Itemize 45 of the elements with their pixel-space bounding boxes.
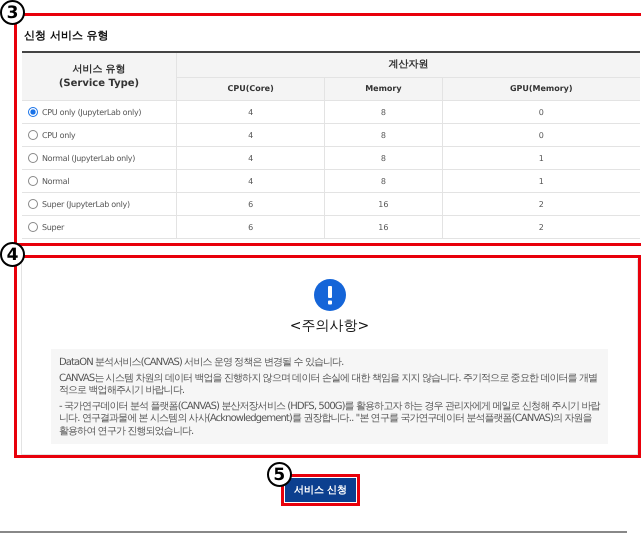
notice-text: CANVAS는 시스템 차원의 데이터 백업을 진행하지 않으며 데이터 손실에 대한 책임을 지지 않습니다. 주기적으로 중요한 데이터를 개별적으로 백업해주시기 바랍니다. [59,372,598,398]
notice-text: DataON 분석서비스(CANVAS) 서비스 운영 정책은 변경될 수 있습니다. [59,357,344,370]
table-cell: 1 [442,170,640,192]
option-label: CPU only (JupyterLab only) [42,108,142,116]
column-header: 계산자원 [176,52,640,78]
table-cell: 16 [324,216,442,238]
table-cell: 8 [324,170,442,192]
table-cell: 2 [442,192,640,216]
table-cell: 16 [324,192,442,216]
radio-button[interactable] [28,107,38,117]
option-label: Super [42,222,64,232]
option-label: Super (JupyterLab only) [42,200,130,208]
table-cell: 8 [324,100,442,124]
step-number-badge: 3 [0,0,25,25]
section-title: 신청 서비스 유형 [23,28,110,44]
table-cell: 6 [176,216,325,238]
table-cell: 8 [324,146,442,170]
table-cell: 2 [442,216,640,238]
table-cell: 4 [176,100,325,124]
table-cell: 0 [442,100,640,124]
option-label: CPU only [42,130,76,140]
column-header: GPU(Memory) [442,78,640,100]
column-header: 서비스 유형 (Service Type) [22,52,176,100]
apply-service-button[interactable]: 서비스 신청 [284,477,358,503]
option-label: Normal [42,176,70,186]
table-cell: 6 [176,192,325,216]
column-header: CPU(Core) [176,78,325,100]
alert-icon [314,279,346,311]
table-cell: 8 [324,124,442,146]
option-label: Normal (JupyterLab only) [42,154,136,162]
table-cell: 0 [442,124,640,146]
step-number-badge: 4 [0,242,25,267]
radio-button[interactable] [28,176,38,186]
radio-button[interactable] [28,153,38,163]
notice-text: - 국가연구데이터 분석 플랫폼(CANVAS) 분산저장서비스 (HDFS, 500G)를 활용하고자 하는 경우 관리자에게 메일로 신청해 주시기 바랍니다. 연구결과물에 본 시스템의 사사(Acknowledgement)를 권장합니다.. "본 연구를 국가연구데이터 분석플랫폼(CANVAS)의 자원을 활용하여 연구가 진행되었습니다. [59,400,600,438]
radio-button[interactable] [28,130,38,140]
table-cell: 4 [176,146,325,170]
radio-button[interactable] [28,222,38,232]
column-header: Memory [324,78,442,100]
table-cell: 4 [176,124,325,146]
notice-title: <주의사항> [290,317,370,335]
step-number-badge: 5 [266,462,292,487]
table-cell: 1 [442,146,640,170]
radio-button[interactable] [28,199,38,209]
table-cell: 4 [176,170,325,192]
